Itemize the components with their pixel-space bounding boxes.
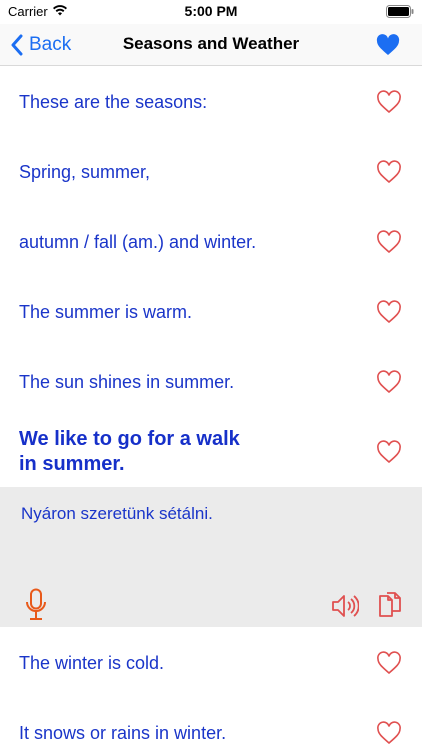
back-label: Back bbox=[29, 34, 72, 55]
page-title: Seasons and Weather bbox=[122, 34, 300, 53]
heart-outline-icon[interactable] bbox=[376, 651, 402, 675]
phrase-text-selected: We like to go for a walk in summer. bbox=[19, 427, 240, 477]
phrase-row[interactable]: The sun shines in summer. bbox=[0, 346, 422, 416]
phrase-text-line: in summer. bbox=[19, 453, 125, 475]
microphone-icon[interactable] bbox=[24, 588, 48, 622]
phrase-row[interactable]: These are the seasons: bbox=[0, 66, 422, 136]
chevron-left-icon bbox=[11, 34, 23, 56]
translation-panel: Nyáron szeretünk sétálni. bbox=[0, 487, 422, 627]
heart-filled-icon[interactable] bbox=[376, 34, 400, 56]
heart-outline-icon[interactable] bbox=[376, 440, 402, 464]
status-time: 5:00 PM bbox=[184, 3, 238, 19]
heart-outline-icon[interactable] bbox=[376, 160, 402, 184]
phrase-row[interactable]: The winter is cold. bbox=[0, 627, 422, 697]
phrase-text-line: We like to go for a walk bbox=[19, 428, 240, 450]
battery-icon bbox=[386, 5, 414, 18]
phrase-row[interactable]: It snows or rains in winter. bbox=[0, 697, 422, 750]
phrase-text: Spring, summer, bbox=[19, 162, 151, 182]
phrase-row[interactable]: The summer is warm. bbox=[0, 276, 422, 346]
speaker-icon[interactable] bbox=[331, 593, 359, 619]
navigation-bar: Back Seasons and Weather bbox=[0, 24, 422, 66]
phrase-text: autumn / fall (am.) and winter. bbox=[19, 232, 257, 252]
back-button[interactable]: Back bbox=[10, 32, 71, 58]
phrase-row-selected[interactable]: We like to go for a walk in summer. bbox=[0, 416, 422, 487]
copy-icon[interactable] bbox=[377, 591, 403, 619]
heart-outline-icon[interactable] bbox=[376, 300, 402, 324]
translation-text: Nyáron szeretünk sétálni. bbox=[21, 504, 213, 523]
phrase-text: The sun shines in summer. bbox=[19, 372, 235, 392]
heart-outline-icon[interactable] bbox=[376, 90, 402, 114]
phrase-text: The winter is cold. bbox=[19, 653, 165, 673]
status-bar: Carrier 5:00 PM bbox=[0, 0, 422, 24]
phrase-text: The summer is warm. bbox=[19, 302, 193, 322]
phrase-row[interactable]: autumn / fall (am.) and winter. bbox=[0, 206, 422, 276]
heart-outline-icon[interactable] bbox=[376, 230, 402, 254]
phrase-row[interactable]: Spring, summer, bbox=[0, 136, 422, 206]
phrase-text: These are the seasons: bbox=[19, 92, 208, 112]
heart-outline-icon[interactable] bbox=[376, 721, 402, 745]
heart-outline-icon[interactable] bbox=[376, 370, 402, 394]
phrase-text: It snows or rains in winter. bbox=[19, 723, 227, 743]
